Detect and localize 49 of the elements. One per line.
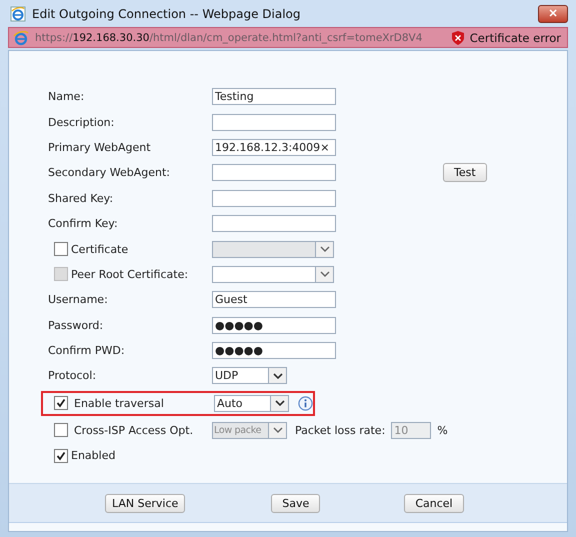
input-field[interactable]: Guest: [212, 291, 336, 308]
input-field[interactable]: [212, 190, 336, 207]
field-label: Description:: [48, 116, 116, 129]
field-label: Protocol:: [48, 369, 98, 382]
field-label: Username:: [48, 293, 109, 306]
input-field[interactable]: Testing: [212, 88, 336, 106]
field-label: Confirm PWD:: [48, 344, 126, 358]
dropdown[interactable]: Auto: [214, 394, 289, 412]
caret-icon: [315, 242, 333, 257]
checkbox-label: Enabled: [71, 449, 116, 462]
error-shield-icon: [452, 30, 464, 44]
dialog-button[interactable]: Save: [271, 494, 320, 512]
certificate-error-link[interactable]: Certificate error: [470, 30, 561, 44]
window-title: Edit Outgoing Connection -- Webpage Dialog: [32, 6, 302, 20]
input-field[interactable]: 192.168.12.3:4009×: [212, 138, 336, 156]
caret-icon: [268, 422, 286, 438]
url-text: https://192.168.30.30/html/dlan/cm_operate.html?anti_csrf=tomeXrD8V4: [35, 32, 424, 44]
checkbox[interactable]: [54, 396, 68, 410]
checkbox[interactable]: [54, 242, 68, 256]
info-icon[interactable]: [298, 396, 313, 411]
input-field[interactable]: ●●●●●: [212, 316, 336, 334]
caret-icon: [315, 266, 333, 282]
browser-icon: [13, 30, 29, 46]
checkbox[interactable]: [54, 448, 68, 463]
input-field[interactable]: ●●●●●: [212, 342, 336, 360]
checkbox-label: Peer Root Certificate:: [71, 268, 188, 281]
input-field[interactable]: [212, 164, 336, 182]
caret-icon: [270, 396, 288, 411]
field-label: Confirm Key:: [48, 217, 119, 230]
field-label: Name:: [48, 90, 86, 104]
input-field[interactable]: [212, 215, 336, 232]
dropdown[interactable]: UDP: [212, 367, 287, 384]
clear-button[interactable]: ×: [320, 140, 330, 154]
field-label: Secondary WebAgent:: [48, 166, 171, 180]
field-label: Password:: [48, 318, 104, 332]
field-label: Shared Key:: [48, 192, 114, 205]
field-label: Packet loss rate:: [295, 424, 386, 437]
caret-icon: [268, 368, 286, 384]
checkbox-label: Cross-ISP Access Opt.: [74, 424, 194, 437]
field-label: Primary WebAgent: [48, 140, 152, 154]
checkbox-label: Enable traversal: [74, 396, 164, 410]
dialog-button[interactable]: Cancel: [404, 494, 464, 512]
checkbox-label: Certificate: [71, 242, 128, 256]
browser-icon: [10, 6, 26, 22]
checkbox[interactable]: [54, 423, 68, 438]
unit-label: %: [437, 424, 448, 437]
input-field[interactable]: [212, 114, 336, 131]
test-button[interactable]: Test: [443, 163, 487, 182]
dialog-button[interactable]: LAN Service: [105, 494, 186, 512]
